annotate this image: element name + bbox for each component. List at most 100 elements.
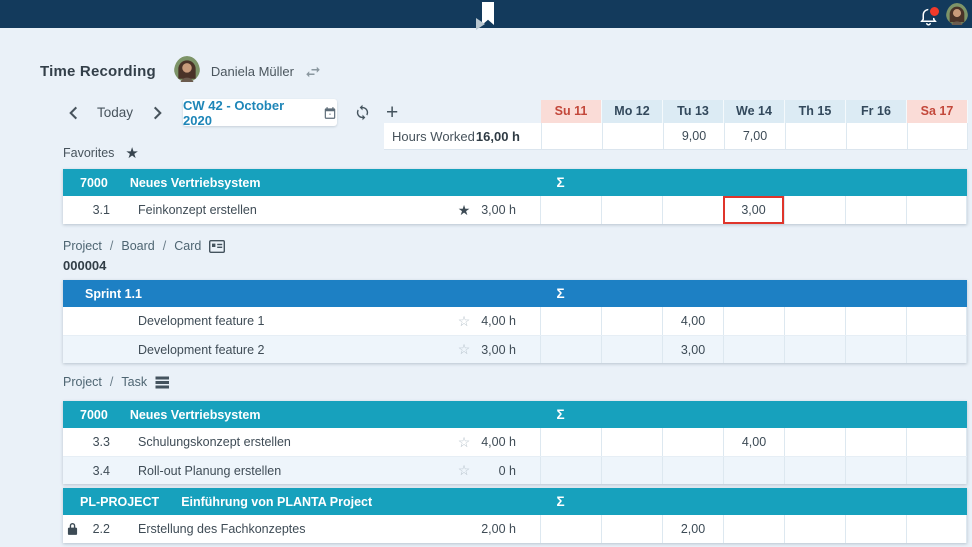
task-row: 2.2Erstellung des Fachkonzeptes2,00 h2,0… — [63, 515, 967, 543]
time-cell[interactable] — [540, 457, 601, 484]
hours-worked-row: Hours Worked 16,00 h 9,007,00 — [384, 123, 968, 150]
favorite-star-outline-icon[interactable]: ☆ — [451, 428, 477, 456]
breadcrumb: Project/Task — [63, 375, 170, 389]
time-cell[interactable] — [906, 515, 967, 543]
time-cell[interactable] — [540, 336, 601, 363]
time-cell[interactable] — [540, 515, 601, 543]
task-name: Erstellung des Fachkonzeptes — [118, 515, 451, 543]
task-name: Development feature 2 — [118, 336, 451, 363]
page-title: Time Recording — [40, 63, 156, 80]
day-total-cell — [541, 123, 602, 149]
user-avatar[interactable] — [174, 56, 200, 87]
time-cell[interactable] — [662, 457, 723, 484]
section-name: Neues Vertriebsystem — [130, 408, 261, 422]
next-week-button[interactable] — [147, 101, 167, 125]
time-cell[interactable] — [906, 457, 967, 484]
day-total-cell — [602, 123, 663, 149]
task-row: 3.1Feinkonzept erstellen★3,00 h3,00 — [63, 196, 967, 224]
time-recording-app: Time Recording Daniela Müller Today CW 4… — [0, 0, 972, 547]
time-cell[interactable] — [906, 336, 967, 363]
time-cell[interactable] — [784, 428, 845, 456]
task-total-hours: 4,00 h — [477, 307, 540, 335]
page-header: Time Recording Daniela Müller — [40, 56, 322, 87]
time-cell[interactable] — [784, 515, 845, 543]
day-total-cell: 7,00 — [724, 123, 785, 149]
task-code: 3.3 — [63, 428, 118, 456]
time-cell[interactable] — [784, 307, 845, 335]
time-cell[interactable] — [601, 457, 662, 484]
task-name: Development feature 1 — [118, 307, 451, 335]
notification-badge — [928, 5, 941, 18]
time-cell[interactable] — [601, 196, 662, 224]
time-cell[interactable] — [845, 307, 906, 335]
time-cell[interactable] — [845, 428, 906, 456]
time-cell[interactable] — [723, 457, 784, 484]
day-total-cell: 9,00 — [663, 123, 724, 149]
time-cell[interactable] — [540, 196, 601, 224]
favorites-star-icon[interactable]: ★ — [125, 144, 138, 162]
time-cell[interactable] — [540, 428, 601, 456]
time-cell[interactable] — [906, 196, 967, 224]
time-cell[interactable] — [906, 428, 967, 456]
record-id: 000004 — [63, 258, 106, 273]
time-cell-highlighted[interactable]: 3,00 — [723, 196, 784, 224]
sum-sigma-icon: Σ — [541, 407, 580, 422]
time-cell[interactable]: 4,00 — [662, 307, 723, 335]
period-picker[interactable]: CW 42 - October 2020 — [183, 99, 337, 126]
day-total-cell — [907, 123, 968, 149]
time-cell[interactable] — [662, 196, 723, 224]
refresh-icon[interactable] — [354, 104, 371, 121]
section-name: Einführung von PLANTA Project — [181, 495, 372, 509]
day-totals: 9,007,00 — [541, 123, 968, 149]
task-total-hours: 3,00 h — [477, 196, 540, 224]
time-cell[interactable] — [784, 196, 845, 224]
period-label: CW 42 - October 2020 — [183, 98, 314, 128]
favorite-star-filled-icon[interactable]: ★ — [451, 196, 477, 224]
time-cell[interactable] — [601, 336, 662, 363]
day-header-cell: Tu 13 — [663, 100, 724, 123]
breadcrumb-item: Board — [121, 239, 154, 253]
today-button[interactable]: Today — [97, 105, 133, 120]
sum-sigma-icon: Σ — [541, 494, 580, 509]
time-cell[interactable] — [784, 336, 845, 363]
previous-week-button[interactable] — [63, 101, 83, 125]
time-cell[interactable] — [723, 515, 784, 543]
time-cell[interactable] — [845, 196, 906, 224]
notifications-bell-icon[interactable] — [918, 6, 939, 28]
time-cell[interactable] — [845, 457, 906, 484]
favorite-star-outline-icon[interactable]: ☆ — [451, 457, 477, 484]
task-total-hours: 4,00 h — [477, 428, 540, 456]
add-entry-button[interactable]: + — [386, 103, 398, 123]
project-section: PL-PROJECT Einführung von PLANTA Project Σ… — [63, 488, 967, 543]
time-cell[interactable]: 2,00 — [662, 515, 723, 543]
time-cell[interactable] — [784, 457, 845, 484]
time-cell[interactable] — [601, 515, 662, 543]
topbar-avatar[interactable] — [946, 3, 968, 30]
time-cell[interactable] — [906, 307, 967, 335]
day-header-cell: Sa 17 — [907, 100, 968, 123]
time-cell[interactable] — [723, 336, 784, 363]
time-cell[interactable] — [845, 336, 906, 363]
favorite-star-outline-icon[interactable]: ☆ — [451, 336, 477, 363]
board-card-section: Sprint 1.1ΣDevelopment feature 1☆4,00 h4… — [63, 280, 967, 363]
favorite-star-outline-icon[interactable]: ☆ — [451, 307, 477, 335]
task-name: Feinkonzept erstellen — [118, 196, 451, 224]
time-cell[interactable] — [601, 307, 662, 335]
day-header-cell: Su 11 — [541, 100, 602, 123]
time-cell[interactable] — [662, 428, 723, 456]
section-code: PL-PROJECT — [80, 495, 159, 509]
time-cell[interactable] — [601, 428, 662, 456]
section-code: 7000 — [80, 408, 108, 422]
time-cell[interactable] — [723, 307, 784, 335]
lock-icon — [67, 522, 78, 535]
hours-worked-value: 16,00 h — [476, 129, 520, 144]
time-cell[interactable] — [540, 307, 601, 335]
task-code — [63, 307, 118, 335]
time-cell[interactable]: 3,00 — [662, 336, 723, 363]
user-name: Daniela Müller — [211, 64, 294, 79]
time-cell[interactable] — [845, 515, 906, 543]
task-total-hours: 2,00 h — [477, 515, 540, 543]
section-header: 7000Neues VertriebsystemΣ — [63, 169, 967, 196]
switch-user-icon[interactable] — [304, 63, 322, 81]
time-cell[interactable]: 4,00 — [723, 428, 784, 456]
